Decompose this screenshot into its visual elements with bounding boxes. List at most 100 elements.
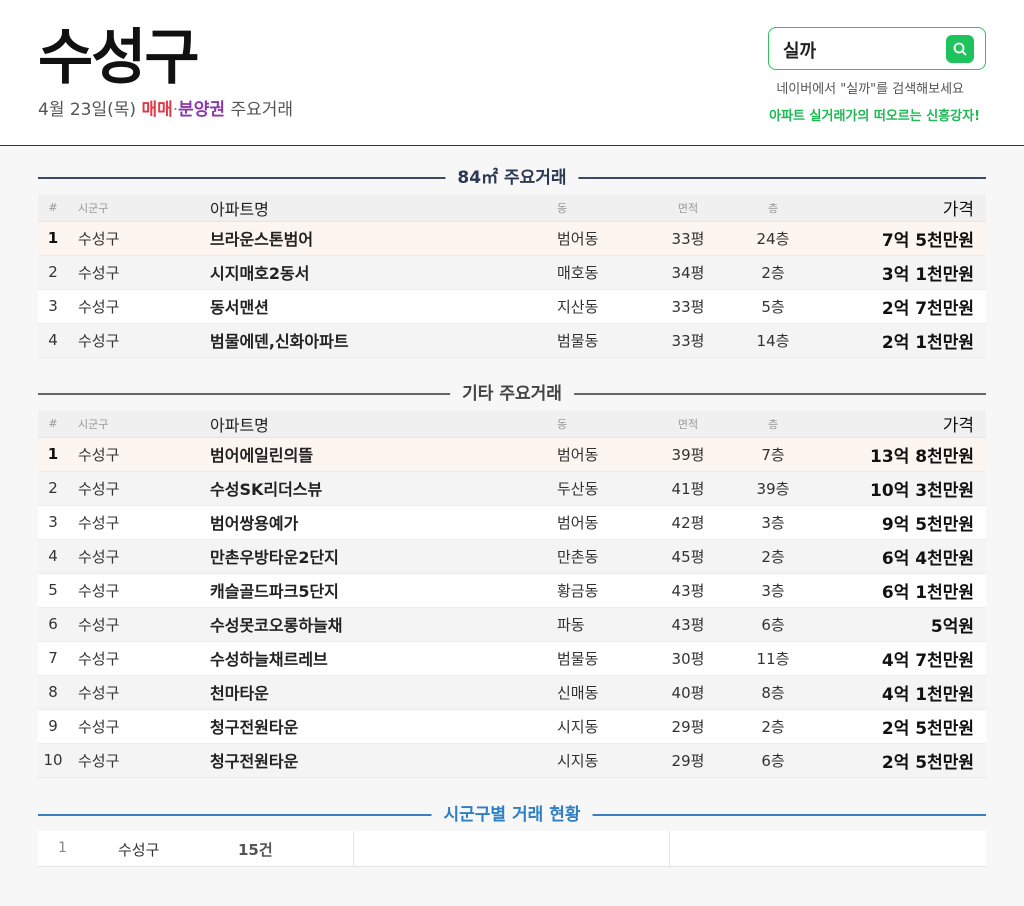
table-row[interactable]: 5 수성구 캐슬골드파크5단지 황금동 43평 3층 6억 1천만원 <box>38 573 986 608</box>
table-row[interactable]: 6 수성구 수성못코오롱하늘채 파동 43평 6층 5억원 <box>38 607 986 642</box>
row-area: 33평 <box>647 323 729 358</box>
page-title: 수성구 <box>38 23 200 93</box>
table-row[interactable]: 8 수성구 천마타운 신매동 40평 8층 4억 1천만원 <box>38 675 986 710</box>
section-district-title: 시군구별 거래 현황 <box>38 802 986 828</box>
row-dong: 범어동 <box>557 437 647 472</box>
row-price: 2억 5천만원 <box>817 709 986 744</box>
row-price: 3억 1천만원 <box>817 255 986 290</box>
section-84-label: 84㎡ 주요거래 <box>445 165 579 191</box>
row-price: 4억 7천만원 <box>817 641 986 676</box>
row-dong: 시지동 <box>557 743 647 778</box>
row-area: 29평 <box>647 743 729 778</box>
tagline: 아파트 실거래가의 떠오르는 신흥강자! <box>769 109 980 124</box>
table-row[interactable]: 4 수성구 범물에덴,신화아파트 범물동 33평 14층 2억 1천만원 <box>38 323 986 358</box>
row-floor: 6층 <box>729 743 817 778</box>
row-rank: 8 <box>38 675 68 710</box>
row-rank: 10 <box>38 743 68 778</box>
col-apt: 아파트명 <box>210 411 557 438</box>
row-gu: 수성구 <box>68 743 210 778</box>
col-area: 면적 <box>647 411 729 438</box>
row-area: 33평 <box>647 289 729 324</box>
row-apt: 만촌우방타운2단지 <box>210 539 557 574</box>
header: 수성구 4월 23일(목) 매매·분양권 주요거래 실까 네이버에서 "실까"를… <box>0 0 1024 146</box>
row-floor: 2층 <box>729 709 817 744</box>
row-floor: 14층 <box>729 323 817 358</box>
row-apt: 캐슬골드파크5단지 <box>210 573 557 608</box>
row-floor: 3층 <box>729 505 817 540</box>
district-count: 15건 <box>238 841 273 859</box>
row-dong: 범어동 <box>557 221 647 256</box>
col-apt: 아파트명 <box>210 195 557 222</box>
table-row[interactable]: 4 수성구 만촌우방타운2단지 만촌동 45평 2층 6억 4천만원 <box>38 539 986 574</box>
row-area: 33평 <box>647 221 729 256</box>
row-price: 6억 1천만원 <box>817 573 986 608</box>
row-gu: 수성구 <box>68 675 210 710</box>
table-row[interactable]: 3 수성구 동서맨션 지산동 33평 5층 2억 7천만원 <box>38 289 986 324</box>
row-price: 4억 1천만원 <box>817 675 986 710</box>
table-84: # 시군구 아파트명 동 면적 층 가격 1 수성구 브라운스톤범어 범어동 3… <box>38 195 986 358</box>
col-gu: 시군구 <box>68 411 210 438</box>
col-rank: # <box>38 411 68 438</box>
row-rank: 9 <box>38 709 68 744</box>
row-gu: 수성구 <box>68 709 210 744</box>
row-floor: 24층 <box>729 221 817 256</box>
table-row[interactable]: 3 수성구 범어쌍용예가 범어동 42평 3층 9억 5천만원 <box>38 505 986 540</box>
row-price: 2억 7천만원 <box>817 289 986 324</box>
row-dong: 범어동 <box>557 505 647 540</box>
row-gu: 수성구 <box>68 573 210 608</box>
row-dong: 황금동 <box>557 573 647 608</box>
row-price: 5억원 <box>817 607 986 642</box>
row-dong: 시지동 <box>557 709 647 744</box>
row-area: 45평 <box>647 539 729 574</box>
section-other-label: 기타 주요거래 <box>450 381 574 407</box>
row-gu: 수성구 <box>68 323 210 358</box>
row-floor: 5층 <box>729 289 817 324</box>
date-label: 4월 23일(목) <box>38 100 137 120</box>
row-dong: 범물동 <box>557 323 647 358</box>
table-row[interactable]: 2 수성구 수성SK리더스뷰 두산동 41평 39층 10억 3천만원 <box>38 471 986 506</box>
table-row[interactable]: 10 수성구 청구전원타운 시지동 29평 6층 2억 5천만원 <box>38 743 986 778</box>
table-row[interactable]: 1 수성구 범어에일린의뜰 범어동 39평 7층 13억 8천만원 <box>38 437 986 472</box>
col-rank: # <box>38 195 68 222</box>
row-area: 41평 <box>647 471 729 506</box>
row-apt: 청구전원타운 <box>210 709 557 744</box>
row-price: 9억 5천만원 <box>817 505 986 540</box>
page-subtitle: 4월 23일(목) 매매·분양권 주요거래 <box>38 98 293 122</box>
search-button[interactable] <box>946 35 974 63</box>
row-apt: 수성SK리더스뷰 <box>210 471 557 506</box>
row-rank: 6 <box>38 607 68 642</box>
row-apt: 시지매호2동서 <box>210 255 557 290</box>
district-rank: 1 <box>58 840 67 856</box>
row-area: 42평 <box>647 505 729 540</box>
district-cell[interactable]: 1 수성구 15건 <box>38 831 354 867</box>
col-dong: 동 <box>557 195 647 222</box>
search-query[interactable]: 실까 <box>783 37 816 63</box>
row-price: 2억 1천만원 <box>817 323 986 358</box>
table-row[interactable]: 7 수성구 수성하늘채르레브 범물동 30평 11층 4억 7천만원 <box>38 641 986 676</box>
table-row[interactable]: 9 수성구 청구전원타운 시지동 29평 2층 2억 5천만원 <box>38 709 986 744</box>
table-row[interactable]: 2 수성구 시지매호2동서 매호동 34평 2층 3억 1천만원 <box>38 255 986 290</box>
row-rank: 4 <box>38 539 68 574</box>
row-area: 34평 <box>647 255 729 290</box>
row-apt: 청구전원타운 <box>210 743 557 778</box>
col-area: 면적 <box>647 195 729 222</box>
table-row[interactable]: 1 수성구 브라운스톤범어 범어동 33평 24층 7억 5천만원 <box>38 221 986 256</box>
row-rank: 3 <box>38 289 68 324</box>
col-price: 가격 <box>817 195 986 222</box>
row-area: 40평 <box>647 675 729 710</box>
table-other: # 시군구 아파트명 동 면적 층 가격 1 수성구 범어에일린의뜰 범어동 3… <box>38 411 986 778</box>
col-floor: 층 <box>729 411 817 438</box>
presale-type-label: 분양권 <box>178 100 226 120</box>
row-floor: 7층 <box>729 437 817 472</box>
row-gu: 수성구 <box>68 505 210 540</box>
row-floor: 8층 <box>729 675 817 710</box>
row-dong: 신매동 <box>557 675 647 710</box>
row-gu: 수성구 <box>68 289 210 324</box>
row-gu: 수성구 <box>68 437 210 472</box>
search-input[interactable]: 실까 <box>768 27 986 70</box>
row-floor: 2층 <box>729 255 817 290</box>
sale-type-label: 매매 <box>141 100 173 120</box>
row-floor: 39층 <box>729 471 817 506</box>
row-rank: 7 <box>38 641 68 676</box>
row-gu: 수성구 <box>68 255 210 290</box>
